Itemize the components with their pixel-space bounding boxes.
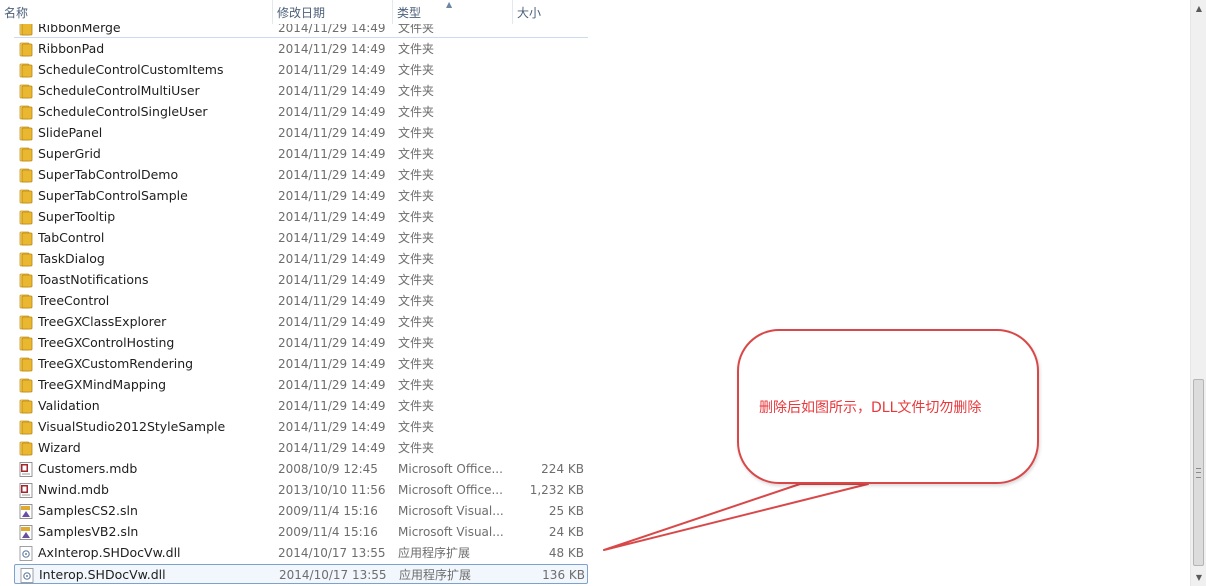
annotation-callout: 删除后如图所示，DLL文件切勿删除	[737, 329, 1039, 484]
annotation-text: 删除后如图所示，DLL文件切勿删除	[759, 400, 982, 416]
callout-pointer	[603, 483, 869, 551]
